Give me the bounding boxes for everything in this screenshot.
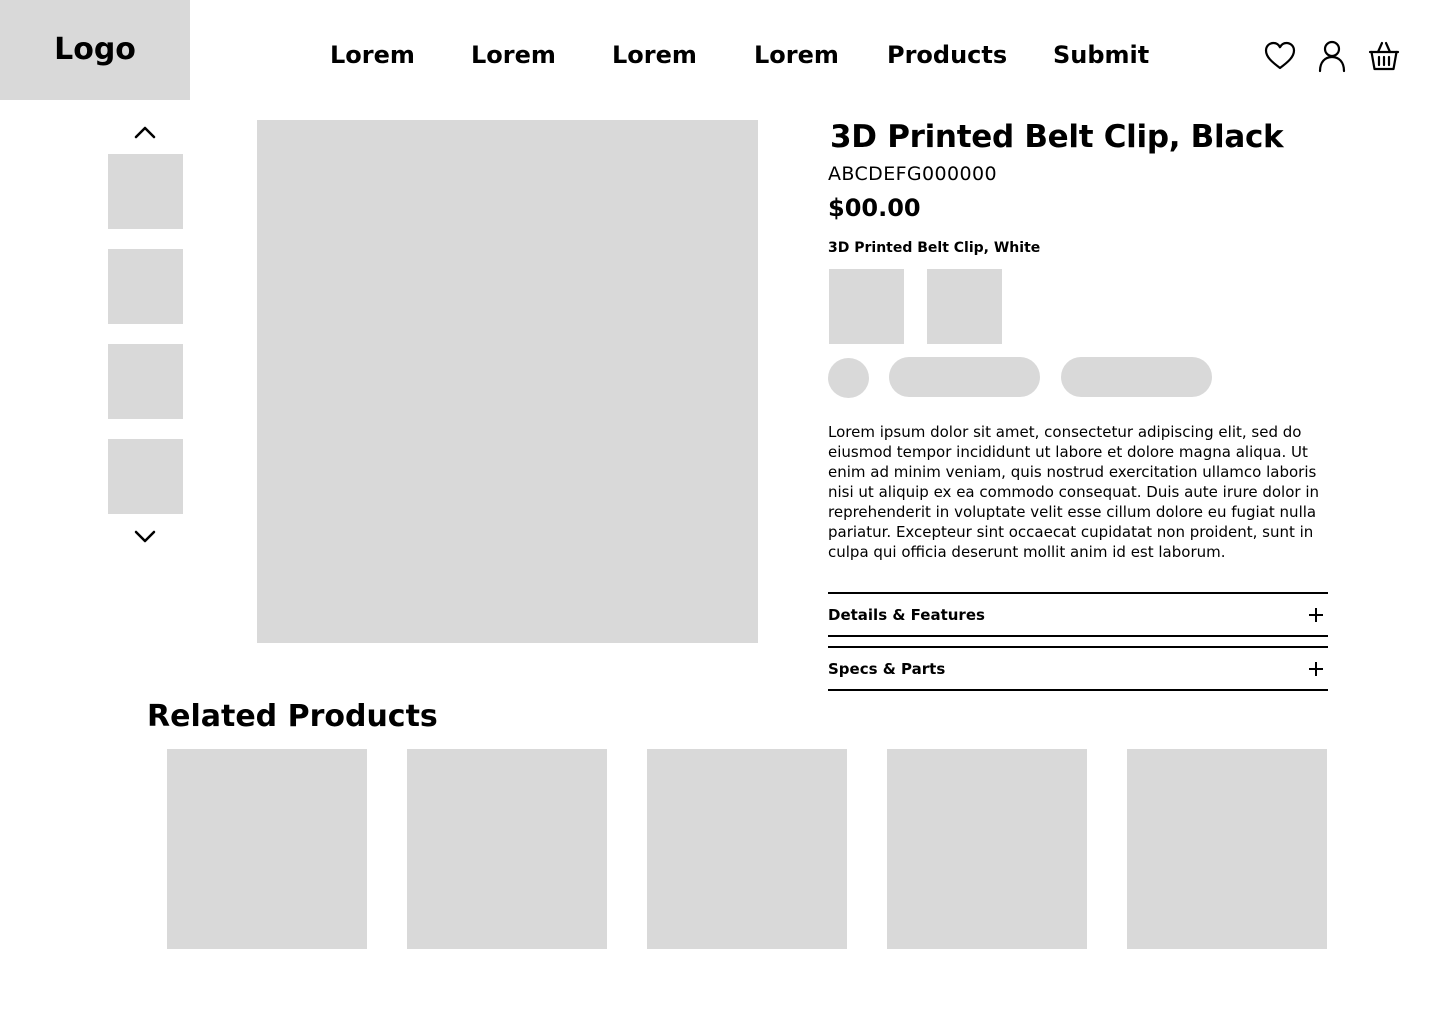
heart-icon[interactable] xyxy=(1263,39,1297,73)
logo[interactable]: Logo xyxy=(0,0,190,100)
plus-icon[interactable] xyxy=(1308,607,1324,623)
plus-icon[interactable] xyxy=(1308,661,1324,677)
accordion-label: Details & Features xyxy=(828,605,985,624)
add-to-cart-button[interactable] xyxy=(889,357,1040,397)
nav-item-submit[interactable]: Submit xyxy=(1053,41,1149,69)
related-products-heading: Related Products xyxy=(147,699,438,734)
product-description: Lorem ipsum dolor sit amet, consectetur … xyxy=(828,423,1320,561)
buy-now-button[interactable] xyxy=(1061,357,1212,397)
related-product-card[interactable] xyxy=(647,749,847,949)
accordion-details-features[interactable]: Details & Features xyxy=(828,592,1328,637)
chevron-up-icon[interactable] xyxy=(130,122,160,142)
nav-item-lorem-2[interactable]: Lorem xyxy=(471,41,556,69)
related-product-card[interactable] xyxy=(407,749,607,949)
product-price: $00.00 xyxy=(828,194,921,222)
quantity-button[interactable] xyxy=(828,358,869,398)
variant-label: 3D Printed Belt Clip, White xyxy=(828,240,1041,256)
variant-swatch[interactable] xyxy=(927,269,1002,344)
gallery-thumbnail[interactable] xyxy=(108,154,183,229)
nav-item-products[interactable]: Products xyxy=(887,41,1007,69)
related-product-card[interactable] xyxy=(167,749,367,949)
product-title: 3D Printed Belt Clip, Black xyxy=(830,119,1284,155)
nav-item-lorem-1[interactable]: Lorem xyxy=(330,41,415,69)
accordion-label: Specs & Parts xyxy=(828,659,946,678)
related-product-card[interactable] xyxy=(887,749,1087,949)
nav-item-lorem-4[interactable]: Lorem xyxy=(754,41,839,69)
chevron-down-icon[interactable] xyxy=(130,527,160,547)
gallery-thumbnail[interactable] xyxy=(108,249,183,324)
basket-icon[interactable] xyxy=(1367,39,1401,73)
gallery-thumbnail[interactable] xyxy=(108,439,183,514)
product-sku: ABCDEFG000000 xyxy=(828,163,997,185)
variant-swatch[interactable] xyxy=(829,269,904,344)
related-product-card[interactable] xyxy=(1127,749,1327,949)
user-icon[interactable] xyxy=(1315,39,1349,73)
main-product-image xyxy=(257,120,758,643)
gallery-thumbnail[interactable] xyxy=(108,344,183,419)
accordion-specs-parts[interactable]: Specs & Parts xyxy=(828,646,1328,691)
nav-item-lorem-3[interactable]: Lorem xyxy=(612,41,697,69)
